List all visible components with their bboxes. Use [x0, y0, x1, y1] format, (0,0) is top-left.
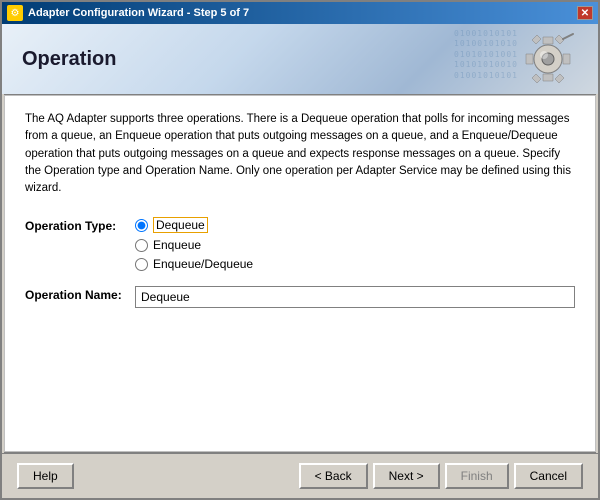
- operation-type-controls: Dequeue Enqueue Enqueue/Dequeue: [135, 217, 575, 271]
- operation-name-label: Operation Name:: [25, 286, 135, 302]
- header-gear-icon: [518, 29, 578, 89]
- footer: Help < Back Next > Finish Cancel: [2, 453, 598, 498]
- window-icon: ⚙: [7, 5, 23, 21]
- radio-dequeue-input[interactable]: [135, 219, 148, 232]
- radio-enqueue-dequeue-label: Enqueue/Dequeue: [153, 257, 253, 271]
- close-button[interactable]: ✕: [577, 6, 593, 20]
- radio-enqueue-dequeue-input[interactable]: [135, 258, 148, 271]
- page-title: Operation: [22, 48, 116, 71]
- radio-dequeue[interactable]: Dequeue: [135, 217, 575, 233]
- main-content: The AQ Adapter supports three operations…: [4, 95, 596, 452]
- header-banner: Operation 010010101011010010101001010101…: [2, 24, 598, 94]
- footer-left: Help: [17, 463, 74, 489]
- radio-enqueue-dequeue[interactable]: Enqueue/Dequeue: [135, 257, 575, 271]
- radio-dequeue-label: Dequeue: [153, 217, 208, 233]
- title-bar-left: ⚙ Adapter Configuration Wizard - Step 5 …: [7, 5, 249, 21]
- main-window: ⚙ Adapter Configuration Wizard - Step 5 …: [0, 0, 600, 500]
- finish-button: Finish: [445, 463, 509, 489]
- next-button[interactable]: Next >: [373, 463, 440, 489]
- operation-name-input[interactable]: [135, 286, 575, 308]
- operation-name-controls: [135, 286, 575, 308]
- window-title: Adapter Configuration Wizard - Step 5 of…: [28, 7, 249, 19]
- operation-name-row: Operation Name:: [25, 286, 575, 308]
- title-bar: ⚙ Adapter Configuration Wizard - Step 5 …: [2, 2, 598, 24]
- radio-enqueue-label: Enqueue: [153, 238, 201, 252]
- footer-right: < Back Next > Finish Cancel: [299, 463, 583, 489]
- operation-type-row: Operation Type: Dequeue Enqueue Enqueue/…: [25, 217, 575, 271]
- radio-enqueue[interactable]: Enqueue: [135, 238, 575, 252]
- help-button[interactable]: Help: [17, 463, 74, 489]
- header-pattern: 0100101010110100101010010101010011010101…: [454, 29, 518, 81]
- cancel-button[interactable]: Cancel: [514, 463, 583, 489]
- description-text: The AQ Adapter supports three operations…: [25, 111, 575, 197]
- radio-enqueue-input[interactable]: [135, 239, 148, 252]
- operation-type-label: Operation Type:: [25, 217, 135, 233]
- back-button[interactable]: < Back: [299, 463, 368, 489]
